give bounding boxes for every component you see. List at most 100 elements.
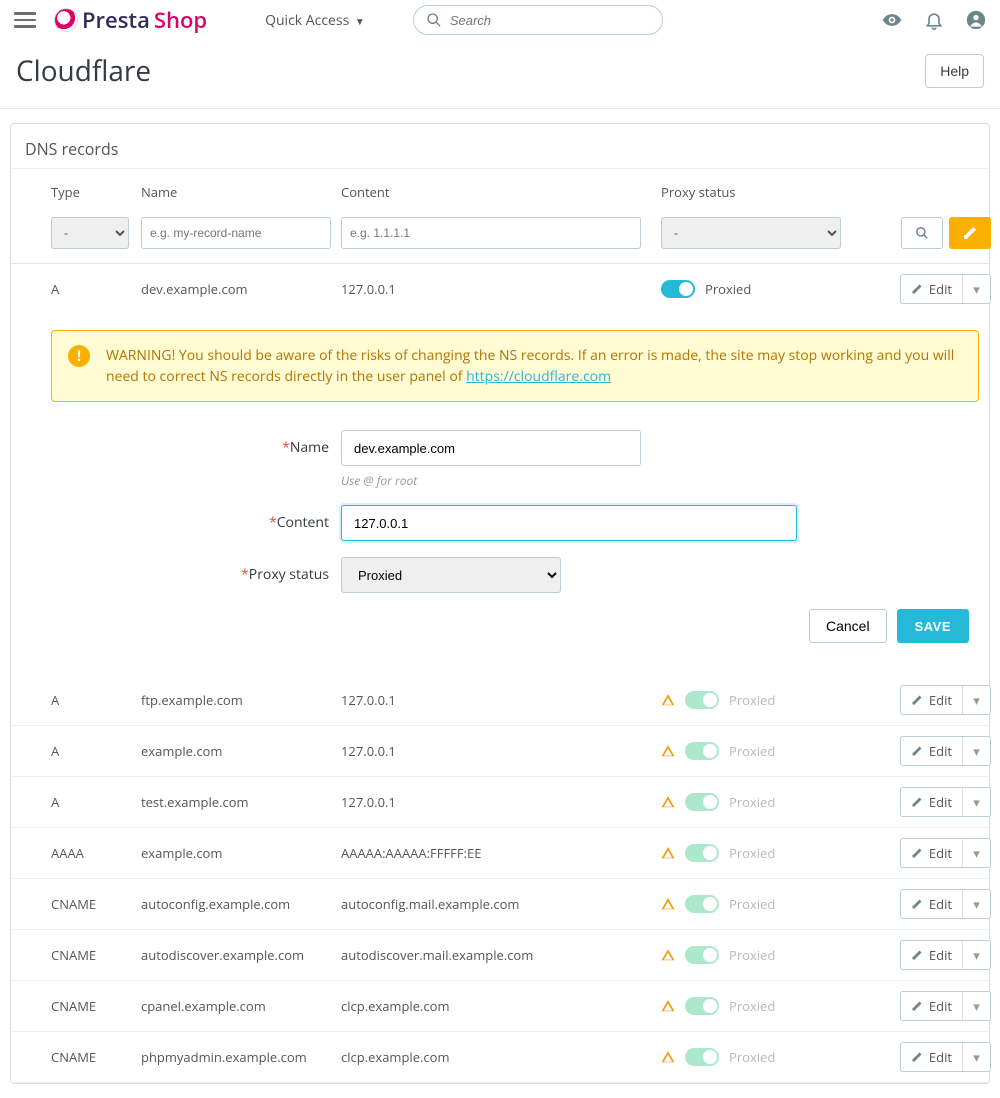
proxy-toggle[interactable] — [685, 793, 719, 811]
cell-name: ftp.example.com — [141, 691, 341, 709]
cell-name: autodiscover.example.com — [141, 946, 341, 964]
proxy-toggle[interactable] — [685, 691, 719, 709]
proxy-status-label: Proxied — [729, 691, 775, 709]
chevron-down-icon[interactable]: ▾ — [962, 992, 990, 1020]
page-title: Cloudflare — [16, 52, 151, 90]
pencil-icon — [911, 745, 923, 757]
cancel-button[interactable]: Cancel — [809, 609, 887, 643]
cell-name: phpmyadmin.example.com — [141, 1048, 341, 1066]
logo[interactable]: PrestaShop — [54, 5, 207, 35]
edit-button[interactable]: Edit▾ — [900, 787, 991, 817]
notifications-icon[interactable] — [924, 10, 944, 30]
chevron-down-icon[interactable]: ▾ — [962, 686, 990, 714]
proxy-status-label: Proxied — [729, 1048, 775, 1066]
edit-button[interactable]: Edit▾ — [900, 889, 991, 919]
proxy-toggle[interactable] — [685, 895, 719, 913]
filter-name[interactable] — [141, 217, 331, 249]
proxy-status-label: Proxied — [729, 742, 775, 760]
proxy-toggle[interactable] — [685, 1048, 719, 1066]
edit-button[interactable]: Edit▾ — [900, 940, 991, 970]
name-hint: Use @ for root — [341, 472, 641, 489]
warning-alert: ! WARNING! You should be aware of the ri… — [51, 330, 979, 402]
cell-name: example.com — [141, 844, 341, 862]
proxy-status-label: Proxied — [705, 280, 751, 298]
table-row: A dev.example.com 127.0.0.1 Proxied Edit… — [11, 264, 989, 314]
proxy-toggle[interactable] — [685, 742, 719, 760]
filter-type[interactable]: - — [51, 217, 129, 249]
warning-icon — [661, 795, 675, 809]
proxy-toggle[interactable] — [685, 844, 719, 862]
warning-icon — [661, 846, 675, 860]
edit-button[interactable]: Edit▾ — [900, 1042, 991, 1072]
help-button[interactable]: Help — [925, 54, 984, 88]
proxy-toggle[interactable] — [661, 280, 695, 298]
col-content: Content — [341, 183, 661, 201]
filter-proxy[interactable]: - — [661, 217, 841, 249]
proxy-status-label: Proxied — [729, 946, 775, 964]
pencil-icon — [911, 847, 923, 859]
table-row: CNAMEautoconfig.example.comautoconfig.ma… — [11, 879, 989, 930]
search-input[interactable] — [450, 13, 650, 28]
proxy-status-label: Proxied — [729, 793, 775, 811]
warning-icon: ! — [68, 345, 90, 367]
cell-content: 127.0.0.1 — [341, 691, 661, 709]
cloudflare-link[interactable]: https://cloudflare.com — [466, 367, 611, 386]
chevron-down-icon[interactable]: ▾ — [962, 788, 990, 816]
col-name: Name — [141, 183, 341, 201]
chevron-down-icon[interactable]: ▾ — [962, 839, 990, 867]
profile-icon[interactable] — [966, 10, 986, 30]
edit-button[interactable]: Edit ▾ — [900, 274, 991, 304]
search-box[interactable] — [413, 5, 663, 35]
proxy-status-label: Proxied — [729, 895, 775, 913]
cell-type: AAAA — [51, 844, 141, 862]
cell-type: CNAME — [51, 1048, 141, 1066]
cell-name: test.example.com — [141, 793, 341, 811]
cell-content: autoconfig.mail.example.com — [341, 895, 661, 913]
quick-access[interactable]: Quick Access ▼ — [265, 11, 365, 30]
col-type: Type — [51, 183, 141, 201]
cell-content: 127.0.0.1 — [341, 793, 661, 811]
save-button[interactable]: SAVE — [897, 609, 969, 643]
chevron-down-icon[interactable]: ▾ — [962, 737, 990, 765]
chevron-down-icon[interactable]: ▾ — [962, 275, 990, 303]
cell-name: autoconfig.example.com — [141, 895, 341, 913]
edit-button[interactable]: Edit▾ — [900, 685, 991, 715]
clear-filter-button[interactable] — [949, 217, 991, 249]
search-button[interactable] — [901, 217, 943, 249]
pencil-icon — [911, 898, 923, 910]
edit-button[interactable]: Edit▾ — [900, 991, 991, 1021]
proxy-toggle[interactable] — [685, 946, 719, 964]
chevron-down-icon[interactable]: ▾ — [962, 1043, 990, 1071]
proxy-status-label: Proxied — [729, 844, 775, 862]
chevron-down-icon[interactable]: ▾ — [962, 941, 990, 969]
pencil-icon — [911, 1000, 923, 1012]
warning-icon — [661, 744, 675, 758]
cell-name: dev.example.com — [141, 280, 341, 298]
pencil-icon — [911, 694, 923, 706]
filter-content[interactable] — [341, 217, 641, 249]
warning-icon — [661, 897, 675, 911]
pencil-icon — [911, 283, 923, 295]
table-row: CNAMEcpanel.example.comclcp.example.comP… — [11, 981, 989, 1032]
logo-icon — [54, 8, 78, 32]
warning-icon — [661, 1050, 675, 1064]
menu-toggle[interactable] — [14, 12, 36, 28]
pencil-icon — [911, 1051, 923, 1063]
edit-button[interactable]: Edit▾ — [900, 736, 991, 766]
pencil-icon — [911, 949, 923, 961]
table-row: CNAMEautodiscover.example.comautodiscove… — [11, 930, 989, 981]
cell-type: A — [51, 691, 141, 709]
edit-proxy-select[interactable]: Proxied — [341, 557, 561, 593]
cell-name: example.com — [141, 742, 341, 760]
edit-button[interactable]: Edit▾ — [900, 838, 991, 868]
chevron-down-icon[interactable]: ▾ — [962, 890, 990, 918]
cell-content: autodiscover.mail.example.com — [341, 946, 661, 964]
edit-name-input[interactable] — [341, 430, 641, 466]
col-proxy: Proxy status — [661, 183, 871, 201]
view-shop-icon[interactable] — [882, 10, 902, 30]
table-row: Aexample.com127.0.0.1ProxiedEdit▾ — [11, 726, 989, 777]
warning-icon — [661, 693, 675, 707]
table-row: Atest.example.com127.0.0.1ProxiedEdit▾ — [11, 777, 989, 828]
caret-down-icon: ▼ — [355, 14, 365, 28]
edit-content-input[interactable] — [341, 505, 797, 541]
